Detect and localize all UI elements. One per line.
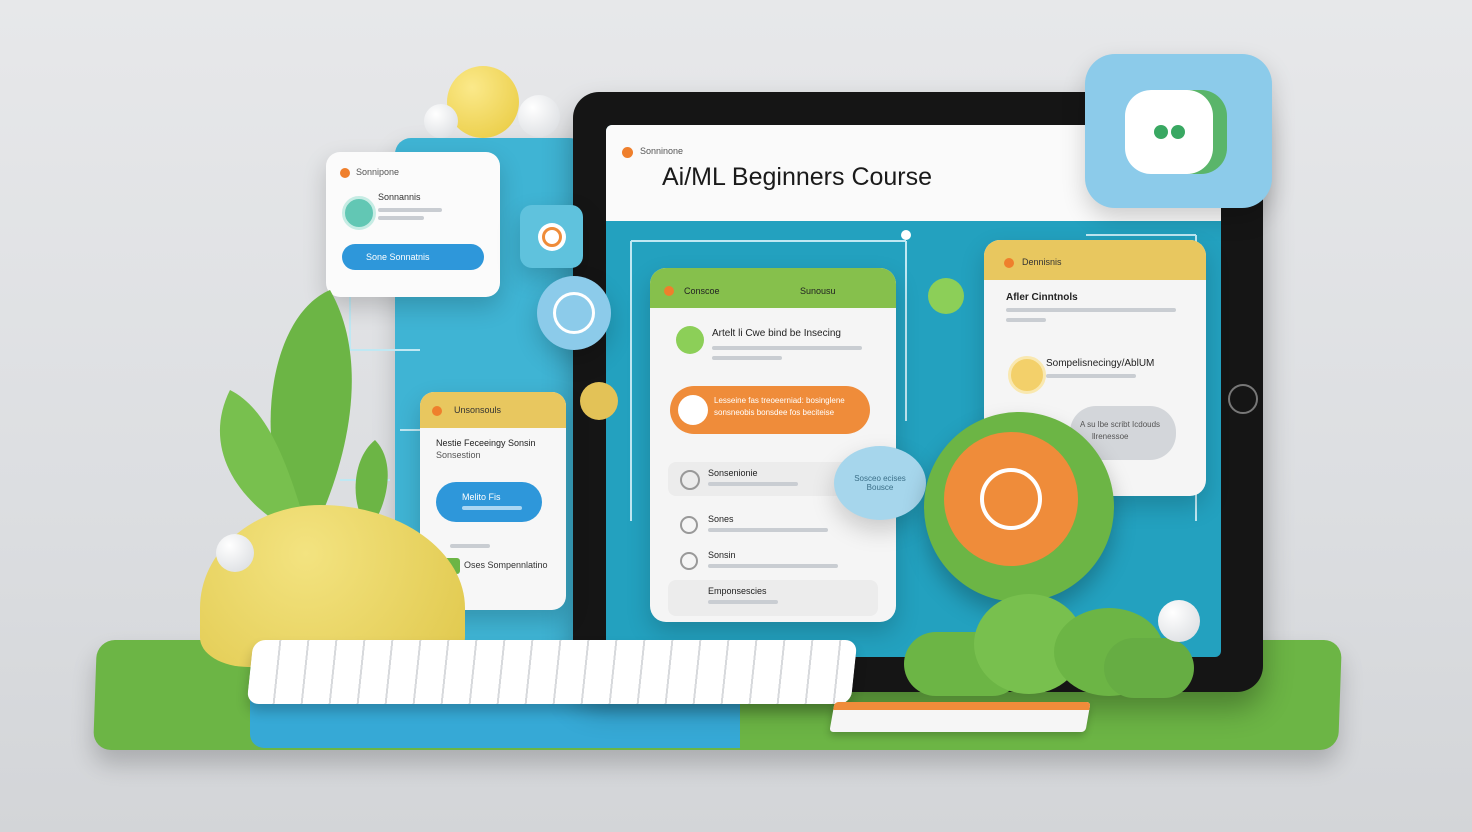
status-dot-icon xyxy=(1004,258,1014,268)
left-card-header: Sonnipone xyxy=(356,167,400,177)
list-item[interactable]: Sonsin xyxy=(668,546,878,576)
yellow-dot-icon xyxy=(580,382,618,420)
status-dot-icon xyxy=(664,286,674,296)
chat-bubble-widget xyxy=(1085,54,1272,208)
list-item-label: Sonsin xyxy=(708,550,736,560)
cloud-bush xyxy=(904,588,1200,698)
small-card-pill-label: Melito Fis xyxy=(462,492,501,502)
list-item-label: Sones xyxy=(708,514,734,524)
small-card-pill[interactable]: Melito Fis xyxy=(436,482,542,522)
right-card-gray-line2: llrenessoe xyxy=(1092,432,1129,441)
bot-face-icon[interactable] xyxy=(1125,90,1213,174)
desk-card xyxy=(829,702,1091,732)
right-card-header: Dennisnis xyxy=(1022,257,1062,267)
main-card-cta[interactable]: Lesseine fas treoeerniad: bosinglene son… xyxy=(670,386,870,434)
white-ball-icon xyxy=(518,95,560,137)
left-card-button[interactable]: Sone Sonnatnis xyxy=(342,244,484,270)
main-card-header: Conscoe xyxy=(684,286,720,296)
right-card-title: Afler Cinntnols xyxy=(1006,292,1078,303)
status-dot-icon xyxy=(432,406,442,416)
list-item-label: Sonsenionie xyxy=(708,468,758,478)
page-title: Ai/ML Beginners Course xyxy=(662,163,933,191)
list-item[interactable]: Emponsescies xyxy=(668,580,878,616)
white-ball-icon xyxy=(1158,600,1200,642)
right-card-item-title: Sompelisnecingy/AblUM xyxy=(1046,358,1155,369)
main-card: Conscoe Sunousu Artelt li Cwe bind be In… xyxy=(650,268,896,622)
keyboard[interactable] xyxy=(246,640,858,704)
white-ball-icon xyxy=(424,104,458,138)
main-card-cta-line2: sonsneobis bonsdee fos beciteise xyxy=(714,408,835,417)
list-item-icon xyxy=(680,552,698,570)
status-dot-icon xyxy=(340,168,350,178)
brain-icon[interactable] xyxy=(537,276,611,350)
status-dot-icon xyxy=(622,147,633,158)
swirl-button-icon[interactable] xyxy=(520,205,583,268)
small-card-title: Nestie Feceeingy Sonsin xyxy=(436,438,536,448)
speech-bubble-text: Sosceo ecises Bousce xyxy=(854,474,906,492)
brain-icon xyxy=(678,395,708,425)
list-item-icon xyxy=(680,516,698,534)
brain-icon xyxy=(676,326,704,354)
speech-bubble: Sosceo ecises Bousce xyxy=(834,446,926,520)
left-card-button-label: Sone Sonnatnis xyxy=(366,252,430,262)
main-card-header-right: Sunousu xyxy=(800,286,836,296)
main-card-item-title: Artelt li Cwe bind be Insecing xyxy=(712,328,841,339)
ai-brain-icon xyxy=(944,432,1078,566)
ai-badge[interactable] xyxy=(924,412,1114,602)
small-card-footer: Oses Sompennlatino xyxy=(464,560,548,570)
left-card: Sonnipone Sonnannis Sone Sonnatnis xyxy=(326,152,500,297)
badge-icon xyxy=(1008,356,1046,394)
right-card-gray-line1: A su lbe scribt Icdouds xyxy=(1080,420,1161,429)
green-dot-icon xyxy=(928,278,964,314)
list-item-label: Emponsescies xyxy=(708,586,767,596)
white-ball-icon xyxy=(216,534,254,572)
list-item-icon xyxy=(680,470,700,490)
list-item[interactable]: Sones xyxy=(668,510,878,540)
main-card-cta-line1: Lesseine fas treoeerniad: bosinglene xyxy=(714,396,845,405)
left-card-item-title: Sonnannis xyxy=(378,192,421,202)
course-icon xyxy=(342,196,376,230)
small-card-subtitle: Sonsestion xyxy=(436,450,481,460)
tablet-home-button[interactable] xyxy=(1228,384,1258,414)
header-label: Sonninone xyxy=(640,146,684,156)
small-card-header: Unsonsouls xyxy=(454,405,502,415)
yellow-ball-icon xyxy=(447,66,519,138)
